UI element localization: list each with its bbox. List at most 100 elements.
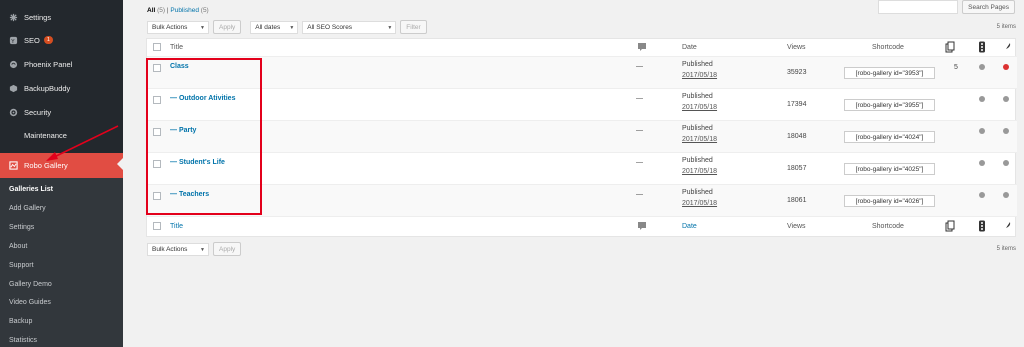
shortcode-field[interactable]: [robo-gallery id="4026"] — [844, 195, 935, 207]
shortcode-field[interactable]: [robo-gallery id="4024"] — [844, 131, 935, 143]
shortcode-field[interactable]: [robo-gallery id="3955"] — [844, 99, 935, 111]
menu-item-backupbuddy[interactable]: BackupBuddy — [0, 77, 123, 99]
apply-button[interactable]: Apply — [213, 242, 242, 256]
post-status: Published — [682, 189, 713, 196]
chevron-down-icon: ▼ — [200, 246, 205, 253]
menu-label: Phoenix Panel — [24, 59, 73, 69]
select-value: All SEO Scores — [307, 23, 353, 31]
seo-scores-filter-select[interactable]: All SEO Scores ▼ — [302, 20, 397, 34]
filter-all[interactable]: All — [147, 7, 155, 14]
table-row: — Party — Published 2017/05/18 18048 [ro… — [147, 121, 1017, 153]
select-all-checkbox[interactable] — [153, 222, 161, 230]
seo-score-dot — [1003, 64, 1009, 70]
comments-count: — — [636, 63, 643, 70]
column-date[interactable]: Date — [682, 44, 697, 51]
security-icon — [8, 107, 18, 117]
post-status: Published — [682, 61, 713, 68]
highlight-box — [146, 58, 262, 215]
post-date[interactable]: 2017/05/18 — [682, 168, 717, 175]
submenu-settings[interactable]: Settings — [9, 224, 34, 231]
search-box: Search Pages — [878, 0, 1015, 14]
post-status: Published — [682, 125, 713, 132]
comments-count: — — [636, 191, 643, 198]
submenu-galleries-list[interactable]: Galleries List — [9, 186, 53, 193]
seo-score-dot — [1003, 128, 1009, 134]
copy-icon — [945, 41, 955, 53]
items-count: 5 items — [996, 24, 1016, 30]
shortcode-field[interactable]: [robo-gallery id="3953"] — [844, 67, 935, 79]
filter-all-count: (5) — [157, 7, 166, 14]
views-count: 18057 — [787, 165, 807, 172]
settings-icon — [8, 12, 18, 22]
views-count: 17394 — [787, 101, 807, 108]
menu-label: SEO — [24, 35, 40, 45]
table-footer: Title Date Views Shortcode — [147, 217, 1017, 237]
comments-icon — [638, 222, 646, 230]
tablenav-top: Bulk Actions ▼ Apply All dates ▼ All SEO… — [147, 20, 427, 34]
status-filters: All (5) | Published (5) — [147, 7, 209, 14]
table-row: — Student's Life — Published 2017/05/18 … — [147, 153, 1017, 185]
traffic-light-icon — [979, 41, 985, 53]
submenu-statistics[interactable]: Statistics — [9, 337, 37, 344]
select-value: All dates — [255, 23, 281, 31]
apply-button[interactable]: Apply — [213, 20, 242, 34]
chevron-down-icon: ▼ — [387, 24, 393, 31]
dates-filter-select[interactable]: All dates ▼ — [250, 20, 299, 34]
menu-item-phoenix-panel[interactable]: Phoenix Panel — [0, 53, 123, 75]
column-title[interactable]: Title — [170, 223, 183, 230]
backupbuddy-icon — [8, 83, 18, 93]
post-status: Published — [682, 157, 713, 164]
chevron-down-icon: ▼ — [289, 24, 295, 31]
submenu-backup[interactable]: Backup — [9, 318, 32, 325]
menu-item-seo[interactable]: Y SEO 1 — [0, 29, 123, 51]
copy-icon — [945, 220, 955, 232]
post-status: Published — [682, 93, 713, 100]
menu-item-settings[interactable]: Settings — [0, 6, 123, 28]
filter-button[interactable]: Filter — [400, 20, 427, 34]
tablenav-bottom: Bulk Actions ▼ Apply — [147, 242, 242, 256]
submenu-support[interactable]: Support — [9, 262, 34, 269]
bulk-actions-select[interactable]: Bulk Actions ▼ — [147, 242, 209, 256]
submenu-gallery-demo[interactable]: Gallery Demo — [9, 281, 52, 288]
gallery-icon — [8, 161, 18, 171]
views-count: 35923 — [787, 69, 807, 76]
comments-count: — — [636, 95, 643, 102]
menu-label: Settings — [24, 12, 52, 22]
select-value: Bulk Actions — [152, 245, 188, 253]
column-title[interactable]: Title — [170, 44, 183, 51]
seo-score-dot — [1003, 96, 1009, 102]
menu-item-security[interactable]: Security — [0, 101, 123, 123]
filter-published[interactable]: Published — [170, 7, 199, 14]
select-all-checkbox[interactable] — [153, 43, 161, 51]
submenu-video-guides[interactable]: Video Guides — [9, 299, 51, 306]
readability-dot — [979, 192, 985, 198]
submenu-about[interactable]: About — [9, 243, 27, 250]
filter-published-count: (5) — [200, 7, 209, 14]
submenu-add-gallery[interactable]: Add Gallery — [9, 205, 46, 212]
column-date[interactable]: Date — [682, 223, 697, 230]
links-count: 5 — [954, 64, 958, 71]
search-input[interactable] — [878, 0, 959, 14]
menu-label: Security — [24, 107, 52, 117]
comments-icon — [638, 43, 646, 51]
items-count: 5 items — [996, 246, 1016, 252]
readability-dot — [979, 64, 985, 70]
feather-icon — [1004, 222, 1011, 231]
chevron-down-icon: ▼ — [200, 24, 205, 31]
seo-icon: Y — [8, 35, 18, 45]
bulk-actions-select[interactable]: Bulk Actions ▼ — [147, 20, 209, 34]
table-row: Class — Published 2017/05/18 35923 [robo… — [147, 57, 1017, 89]
readability-dot — [979, 160, 985, 166]
shortcode-field[interactable]: [robo-gallery id="4025"] — [844, 163, 935, 175]
post-date[interactable]: 2017/05/18 — [682, 200, 717, 207]
annotation-arrow — [46, 125, 119, 161]
comments-count: — — [636, 159, 643, 166]
table-row: — Outdoor Ativities — Published 2017/05/… — [147, 89, 1017, 121]
readability-dot — [979, 96, 985, 102]
post-date[interactable]: 2017/05/18 — [682, 72, 717, 79]
post-date[interactable]: 2017/05/18 — [682, 104, 717, 111]
search-pages-button[interactable]: Search Pages — [962, 0, 1015, 14]
table-row: — Teachers — Published 2017/05/18 18061 … — [147, 185, 1017, 217]
robo-gallery-submenu: Galleries List Add Gallery Settings Abou… — [0, 178, 123, 347]
post-date[interactable]: 2017/05/18 — [682, 136, 717, 143]
